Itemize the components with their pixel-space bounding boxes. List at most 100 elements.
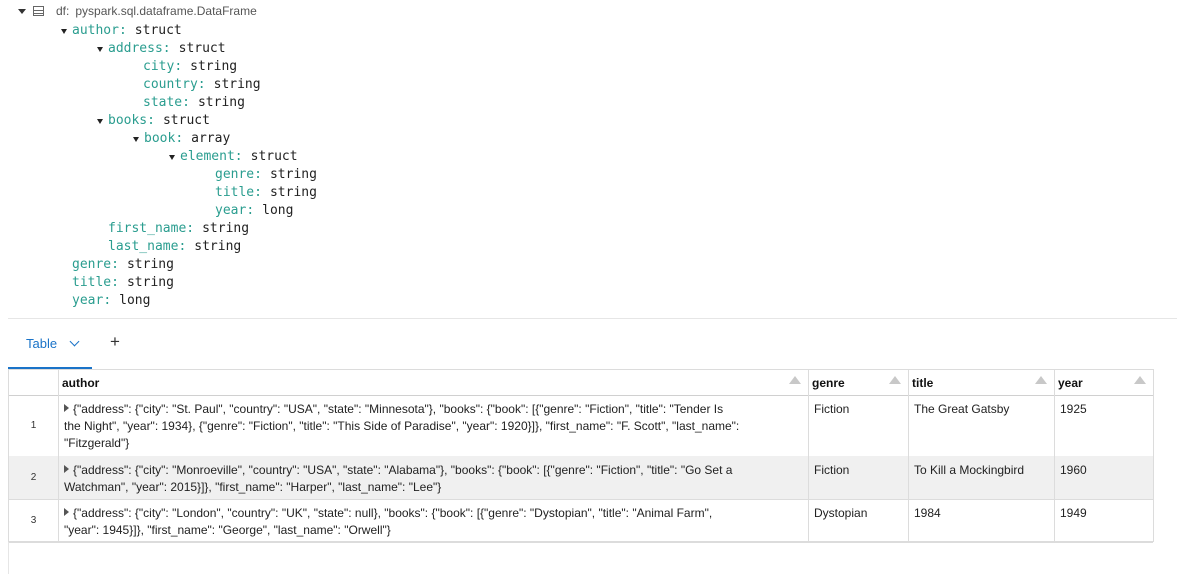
schema-field-type: struct xyxy=(250,149,298,164)
sort-up-icon[interactable] xyxy=(789,376,801,384)
caret-right-icon[interactable] xyxy=(64,465,69,473)
column-header-label: genre xyxy=(812,376,845,390)
cell-genre: Fiction xyxy=(814,463,850,477)
schema-tree: df: pyspark.sql.dataframe.DataFrame auth… xyxy=(0,0,1177,312)
schema-field: genre: string xyxy=(215,166,317,184)
cell-author: {"address": {"city": "London", "country"… xyxy=(64,505,804,539)
cell-author-line: {"address": {"city": "Monroeville", "cou… xyxy=(64,462,804,479)
sort-up-icon[interactable] xyxy=(889,376,901,384)
table-row: 2 {"address": {"city": "Monroeville", "co… xyxy=(9,456,1153,500)
schema-field-colon: : xyxy=(147,113,155,128)
column-header-author[interactable]: author xyxy=(58,370,808,396)
schema-field-colon: : xyxy=(254,185,262,200)
schema-field-name: city xyxy=(143,59,175,74)
schema-field[interactable]: book: array xyxy=(133,130,230,148)
sort-up-icon[interactable] xyxy=(1035,376,1047,384)
column-divider xyxy=(908,370,909,541)
schema-field[interactable]: author: struct xyxy=(61,22,182,40)
caret-down-icon[interactable] xyxy=(61,28,67,34)
cell-author-line: {"address": {"city": "St. Paul", "countr… xyxy=(64,401,804,418)
schema-field: year: long xyxy=(72,292,150,310)
column-header-title[interactable]: title xyxy=(908,370,1054,396)
schema-field: last_name: string xyxy=(108,238,241,256)
dataframe-var-name: df: xyxy=(56,4,70,18)
sort-up-icon[interactable] xyxy=(1134,376,1146,384)
cell-author-text: "year": 1945}]}, "first_name": "George",… xyxy=(64,523,391,537)
cell-author-line: {"address": {"city": "London", "country"… xyxy=(64,505,804,522)
schema-field-name: country xyxy=(143,77,198,92)
schema-field-type: string xyxy=(126,257,174,272)
cell-author: {"address": {"city": "Monroeville", "cou… xyxy=(64,462,804,496)
tab-table-label: Table xyxy=(26,335,58,351)
cell-title: The Great Gatsby xyxy=(914,402,1010,416)
schema-field-name: book xyxy=(144,131,176,146)
schema-field-type: string xyxy=(197,95,245,110)
schema-field-name: genre xyxy=(72,257,112,272)
schema-field-name: title xyxy=(215,185,255,200)
schema-field: first_name: string xyxy=(108,220,249,238)
schema-field: genre: string xyxy=(72,256,174,274)
view-tab-bar: Table + xyxy=(8,318,1177,369)
schema-field-type: string xyxy=(269,185,317,200)
schema-field[interactable]: element: struct xyxy=(169,148,298,166)
cell-author-text: Watchman", "year": 2015}]}, "first_name"… xyxy=(64,480,442,494)
caret-right-icon[interactable] xyxy=(64,508,69,516)
schema-field-colon: : xyxy=(254,167,262,182)
caret-right-icon[interactable] xyxy=(64,404,69,412)
table-row: 3 {"address": {"city": "London", "country… xyxy=(9,499,1153,543)
schema-field-colon: : xyxy=(246,203,255,218)
cell-year: 1960 xyxy=(1060,463,1087,477)
schema-field: country: string xyxy=(143,76,261,94)
schema-field-colon: : xyxy=(118,23,127,38)
schema-field-type: string xyxy=(194,239,242,254)
column-header-genre[interactable]: genre xyxy=(808,370,908,396)
schema-field-colon: : xyxy=(162,41,171,56)
caret-down-icon[interactable] xyxy=(97,118,103,124)
results-table: author genre title year 1 {"address": {"c… xyxy=(8,369,1154,543)
cell-author-text: {"address": {"city": "London", "country"… xyxy=(73,506,713,520)
column-header-label: year xyxy=(1058,376,1083,390)
caret-down-icon[interactable] xyxy=(133,136,139,142)
cell-genre: Fiction xyxy=(814,402,850,416)
schema-field-name: genre xyxy=(215,167,255,182)
caret-down-icon[interactable] xyxy=(18,8,26,14)
column-header-label: title xyxy=(912,376,934,390)
schema-field-colon: : xyxy=(186,221,195,236)
cell-author-text: {"address": {"city": "Monroeville", "cou… xyxy=(73,463,733,477)
schema-field-type: string xyxy=(126,275,174,290)
schema-field-type: long xyxy=(119,293,151,308)
schema-field-type: string xyxy=(190,59,238,74)
cell-author-line: "Fitzgerald"} xyxy=(64,435,804,452)
schema-field: city: string xyxy=(143,58,237,76)
schema-field-type: struct xyxy=(134,23,182,38)
schema-field-type: struct xyxy=(162,113,210,128)
schema-field[interactable]: books: struct xyxy=(97,112,210,130)
add-tab-button[interactable]: + xyxy=(106,332,124,352)
schema-field-colon: : xyxy=(111,275,119,290)
schema-field-type: string xyxy=(202,221,250,236)
schema-field: state: string xyxy=(143,94,245,112)
cell-author-line: "year": 1945}]}, "first_name": "George",… xyxy=(64,522,804,539)
cell-author-text: {"address": {"city": "St. Paul", "countr… xyxy=(73,402,724,416)
dataframe-type: pyspark.sql.dataframe.DataFrame xyxy=(75,4,257,18)
schema-field-colon: : xyxy=(178,239,187,254)
dataframe-header[interactable]: df: pyspark.sql.dataframe.DataFrame xyxy=(18,3,257,19)
cell-year: 1925 xyxy=(1060,402,1087,416)
tab-table[interactable]: Table xyxy=(8,319,92,369)
column-header-year[interactable]: year xyxy=(1054,370,1153,396)
cell-genre: Dystopian xyxy=(814,506,868,520)
schema-field-colon: : xyxy=(175,131,184,146)
column-header-label: author xyxy=(62,376,100,390)
schema-field-colon: : xyxy=(234,149,243,164)
cell-author-text: "Fitzgerald"} xyxy=(64,436,130,450)
schema-field-colon: : xyxy=(182,95,190,110)
chevron-down-icon[interactable] xyxy=(69,336,80,346)
caret-down-icon[interactable] xyxy=(97,46,103,52)
schema-field[interactable]: address: struct xyxy=(97,40,226,58)
schema-field-type: array xyxy=(191,131,231,146)
schema-field-type: string xyxy=(269,167,317,182)
schema-field-name: first_name xyxy=(108,221,187,236)
grid-footer xyxy=(8,542,1177,574)
caret-down-icon[interactable] xyxy=(169,154,175,160)
schema-field-type: string xyxy=(213,77,261,92)
